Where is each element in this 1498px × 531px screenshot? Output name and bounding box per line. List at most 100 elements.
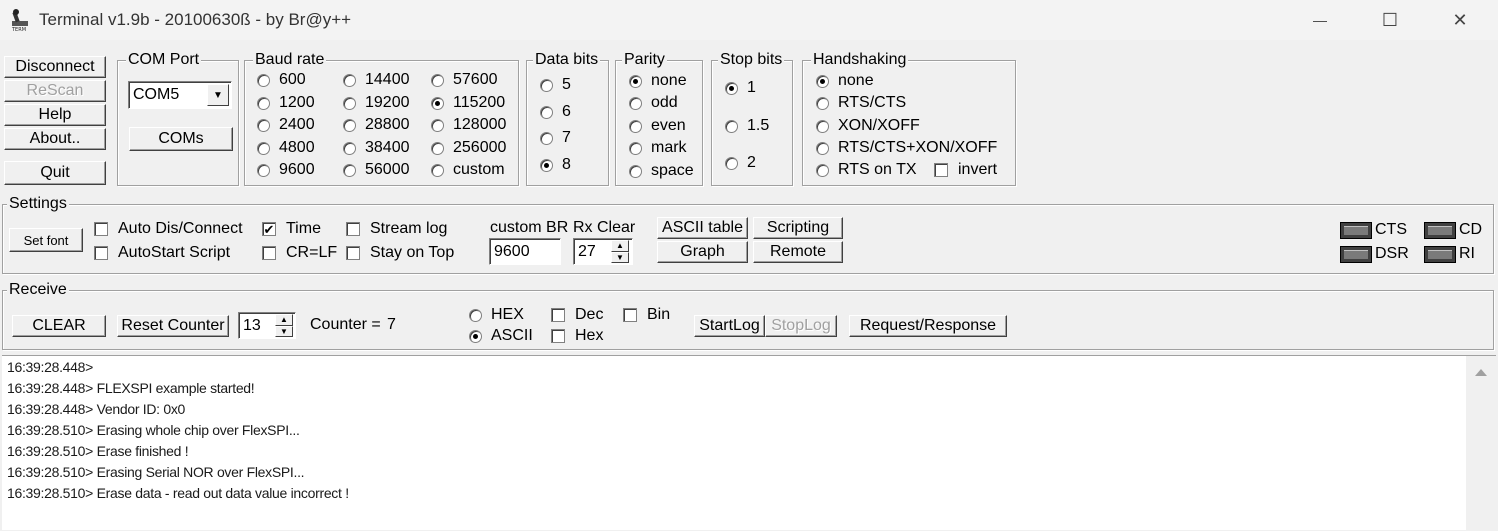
radio-icon[interactable]: [629, 164, 642, 178]
close-button[interactable]: ✕: [1427, 0, 1493, 40]
radio-icon[interactable]: [431, 118, 444, 132]
parity-mark[interactable]: mark: [629, 139, 687, 157]
baud-57600[interactable]: 57600: [431, 71, 498, 89]
handshake-rts-cts[interactable]: RTS/CTS: [816, 94, 906, 112]
radio-icon[interactable]: [816, 96, 829, 110]
baud-custom[interactable]: custom: [431, 161, 505, 179]
radio-selected-icon[interactable]: [725, 81, 738, 95]
checkbox-icon[interactable]: [551, 308, 565, 322]
coms-button[interactable]: COMs: [129, 127, 233, 151]
help-button[interactable]: Help: [4, 104, 106, 126]
checkbox-icon[interactable]: [94, 246, 108, 260]
radio-icon[interactable]: [343, 73, 356, 87]
parity-space[interactable]: space: [629, 162, 694, 180]
radio-icon[interactable]: [629, 96, 642, 110]
data-bits-5[interactable]: 5: [540, 76, 571, 94]
radio-selected-icon[interactable]: [469, 329, 482, 343]
baud-1200[interactable]: 1200: [257, 94, 315, 112]
baud-4800[interactable]: 4800: [257, 139, 315, 157]
spin-down-icon[interactable]: ▼: [611, 251, 629, 263]
autostart-script-checkbox[interactable]: AutoStart Script: [94, 244, 230, 262]
radio-icon[interactable]: [257, 141, 270, 155]
radio-icon[interactable]: [725, 119, 738, 133]
request-response-button[interactable]: Request/Response: [849, 315, 1007, 337]
radio-icon[interactable]: [343, 141, 356, 155]
dec-checkbox[interactable]: Dec: [551, 306, 603, 324]
baud-128000[interactable]: 128000: [431, 116, 506, 134]
bin-checkbox[interactable]: Bin: [623, 306, 670, 324]
checkbox-icon[interactable]: [551, 329, 565, 343]
rx-clear-spinner[interactable]: ▲ ▼: [611, 240, 629, 263]
checkbox-icon[interactable]: [623, 308, 637, 322]
ascii-table-button[interactable]: ASCII table: [657, 217, 748, 239]
parity-odd[interactable]: odd: [629, 94, 678, 112]
radio-selected-icon[interactable]: [431, 96, 444, 110]
spin-down-icon[interactable]: ▼: [275, 325, 293, 337]
checkbox-icon[interactable]: [94, 222, 108, 236]
disconnect-button[interactable]: Disconnect: [4, 56, 106, 78]
receive-ascii-radio[interactable]: ASCII: [469, 327, 533, 345]
radio-icon[interactable]: [540, 78, 553, 92]
baud-19200[interactable]: 19200: [343, 94, 410, 112]
baud-28800[interactable]: 28800: [343, 116, 410, 134]
parity-even[interactable]: even: [629, 117, 686, 135]
radio-icon[interactable]: [725, 156, 738, 170]
checkbox-icon[interactable]: [346, 222, 360, 236]
spin-up-icon[interactable]: ▲: [275, 314, 293, 326]
receive-log[interactable]: 16:39:28.448> 16:39:28.448> FLEXSPI exam…: [2, 355, 1496, 531]
minimize-button[interactable]: —: [1287, 0, 1353, 40]
checkbox-icon[interactable]: [934, 163, 948, 177]
invert-checkbox[interactable]: invert: [934, 161, 997, 179]
checkbox-icon[interactable]: [346, 246, 360, 260]
maximize-button[interactable]: ☐: [1357, 0, 1423, 40]
handshake-xon-xoff[interactable]: XON/XOFF: [816, 117, 920, 135]
spin-up-icon[interactable]: ▲: [611, 240, 629, 252]
vertical-scrollbar[interactable]: [1466, 356, 1496, 531]
radio-icon[interactable]: [257, 96, 270, 110]
radio-icon[interactable]: [629, 119, 642, 133]
radio-icon[interactable]: [343, 163, 356, 177]
reset-counter-button[interactable]: Reset Counter: [117, 315, 229, 337]
radio-icon[interactable]: [431, 141, 444, 155]
radio-icon[interactable]: [540, 105, 553, 119]
receive-hex-radio[interactable]: HEX: [469, 306, 524, 324]
data-bits-6[interactable]: 6: [540, 103, 571, 121]
rescan-button[interactable]: ReScan: [4, 80, 106, 102]
stop-bits-1-5[interactable]: 1.5: [725, 117, 769, 135]
quit-button[interactable]: Quit: [4, 161, 106, 185]
stream-log-checkbox[interactable]: Stream log: [346, 220, 447, 238]
radio-selected-icon[interactable]: [629, 74, 642, 88]
remote-button[interactable]: Remote: [753, 241, 843, 263]
radio-selected-icon[interactable]: [540, 158, 553, 172]
parity-none[interactable]: none: [629, 72, 687, 90]
clear-button[interactable]: CLEAR: [12, 315, 106, 337]
stay-on-top-checkbox[interactable]: Stay on Top: [346, 244, 454, 262]
radio-icon[interactable]: [257, 163, 270, 177]
hex-checkbox[interactable]: Hex: [551, 327, 603, 345]
handshake-rts-on-tx[interactable]: RTS on TX: [816, 161, 917, 179]
baud-600[interactable]: 600: [257, 71, 306, 89]
radio-icon[interactable]: [469, 308, 482, 322]
scripting-button[interactable]: Scripting: [753, 217, 843, 239]
radio-selected-icon[interactable]: [816, 74, 829, 88]
set-font-button[interactable]: Set font: [9, 228, 83, 252]
baud-256000[interactable]: 256000: [431, 139, 506, 157]
com-port-select[interactable]: COM5 ▼: [128, 81, 232, 109]
radio-icon[interactable]: [431, 73, 444, 87]
baud-56000[interactable]: 56000: [343, 161, 410, 179]
custom-br-input[interactable]: 9600: [489, 238, 561, 265]
baud-115200[interactable]: 115200: [431, 94, 505, 112]
radio-icon[interactable]: [257, 118, 270, 132]
graph-button[interactable]: Graph: [657, 241, 748, 263]
radio-icon[interactable]: [540, 131, 553, 145]
radio-icon[interactable]: [816, 141, 829, 155]
cr-lf-checkbox[interactable]: CR=LF: [262, 244, 337, 262]
start-log-button[interactable]: StartLog: [694, 315, 765, 337]
scroll-up-icon[interactable]: [1466, 360, 1496, 384]
baud-14400[interactable]: 14400: [343, 71, 410, 89]
handshake-rts-cts-xon-xoff[interactable]: RTS/CTS+XON/XOFF: [816, 139, 997, 157]
stop-bits-2[interactable]: 2: [725, 154, 756, 172]
baud-38400[interactable]: 38400: [343, 139, 410, 157]
about-button[interactable]: About..: [4, 128, 106, 150]
handshake-none[interactable]: none: [816, 72, 874, 90]
